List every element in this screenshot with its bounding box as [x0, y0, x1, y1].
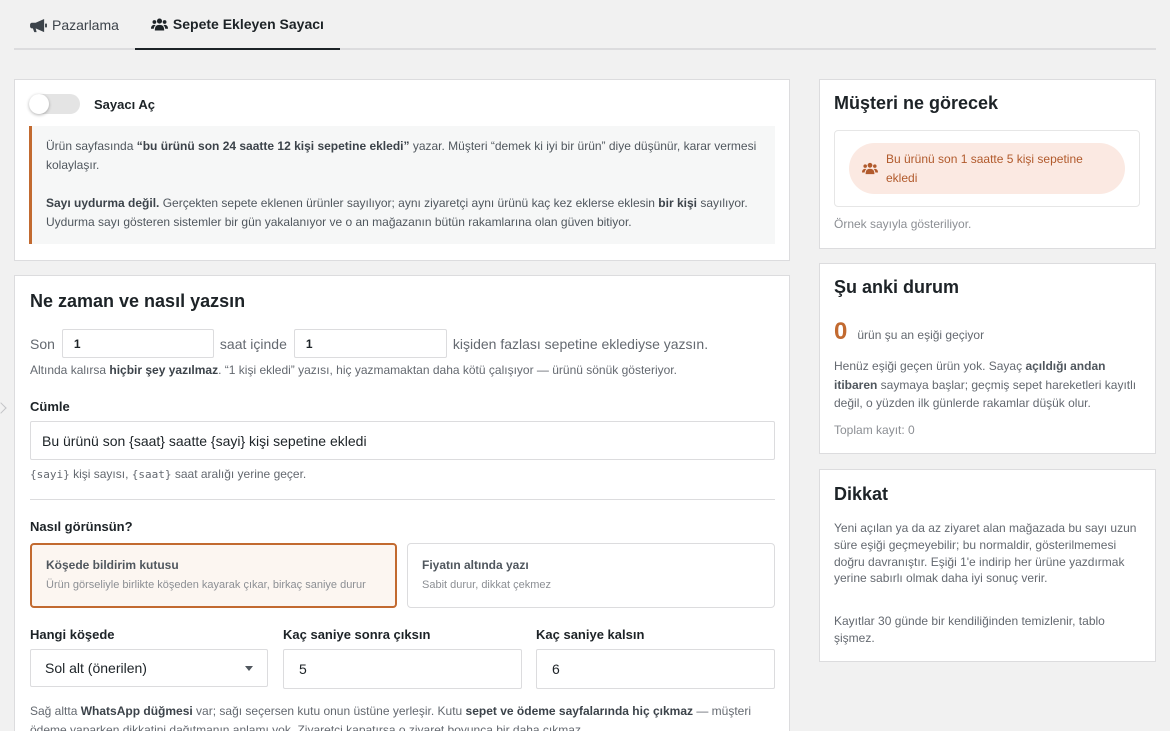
people-suffix: kişiden fazlası sepetine eklediyse yazsı…: [452, 335, 709, 352]
tab-label: Pazarlama: [52, 17, 119, 33]
status-title: Şu anki durum: [834, 277, 960, 297]
footer-hint: Sağ altta WhatsApp düğmesi var; sağı seç…: [30, 702, 780, 731]
hint-text: . “1 kişi ekledi” yazısı, hiç yazmamakta…: [218, 363, 677, 377]
hint-text: Sağ altta: [30, 704, 81, 718]
sentence-label: Cümle: [30, 399, 70, 414]
bullhorn-icon: [30, 18, 47, 32]
info-bold: bir kişi: [658, 196, 697, 210]
divider: [30, 499, 775, 500]
hint-bold: sepet ve ödeme sayfalarında hiç çıkmaz: [465, 704, 693, 718]
corner-select[interactable]: Sol alt (önerilen): [30, 649, 268, 687]
preview-text: Bu ürünü son 1 saatte 5 kişi sepetine ek…: [886, 151, 1083, 185]
duration-label: Kaç saniye kalsın: [536, 627, 645, 642]
option-title: Köşede bildirim kutusu: [46, 558, 179, 572]
warning-paragraph-1: Yeni açılan ya da az ziyaret alan mağaza…: [834, 521, 1137, 586]
option-subtitle: Ürün görseliyle birlikte köşeden kayarak…: [46, 579, 366, 591]
preview-pill: Bu ürünü son 1 saatte 5 kişi sepetine ek…: [849, 143, 1125, 194]
tab-sepete-ekleyen-sayaci[interactable]: Sepete Ekleyen Sayacı: [134, 0, 340, 50]
hint-text: saat aralığı yerine geçer.: [171, 467, 307, 481]
preview-caption: Örnek sayıyla gösteriliyor.: [834, 217, 972, 231]
hint-bold: hiçbir şey yazılmaz: [109, 363, 219, 377]
hours-suffix: saat içinde: [219, 335, 287, 352]
info-paragraph-1: Ürün sayfasında “bu ürünü son 24 saatte …: [46, 137, 761, 175]
status-count: 0: [834, 318, 848, 345]
toggle-knob: [29, 94, 49, 114]
corner-label: Hangi köşede: [30, 627, 115, 642]
warning-paragraph-2: Kayıtlar 30 günde bir kendiliğinden temi…: [834, 614, 1105, 645]
tab-bar: Pazarlama Sepete Ekleyen Sayacı: [14, 0, 1156, 50]
option-subtitle: Sabit durur, dikkat çekmez: [422, 579, 552, 591]
status-count-label: ürün şu an eşiği geçiyor: [857, 328, 985, 342]
warning-title: Dikkat: [834, 484, 889, 504]
toggle-card: Sayacı Aç Ürün sayfasında “bu ürünü son …: [14, 79, 790, 261]
counter-toggle[interactable]: [29, 94, 80, 114]
preview-box: Bu ürünü son 1 saatte 5 kişi sepetine ek…: [834, 130, 1140, 207]
hint-text: var; sağı seçersen kutu onun üstüne yerl…: [192, 704, 466, 718]
status-text: Henüz eşiği geçen ürün yok. Sayaç: [834, 359, 1026, 373]
tab-pazarlama[interactable]: Pazarlama: [14, 0, 135, 50]
sentence-value: Bu ürünü son {saat} saatte {sayi} kişi s…: [42, 432, 367, 449]
toggle-label: Sayacı Aç: [94, 96, 155, 112]
users-icon: [862, 162, 878, 175]
hint-text: Altında kalırsa: [30, 363, 110, 377]
chevron-right-icon: [0, 402, 7, 414]
preview-title: Müşteri ne görecek: [834, 93, 999, 113]
son-label: Son: [30, 335, 55, 352]
status-card: Şu anki durum 0 ürün şu an eşiği geçiyor…: [819, 263, 1156, 454]
warning-card: Dikkat Yeni açılan ya da az ziyaret alan…: [819, 469, 1156, 662]
duration-input[interactable]: 6: [536, 649, 775, 689]
placeholder-code: {saat}: [131, 468, 172, 481]
hours-input[interactable]: [61, 329, 214, 358]
sentence-input[interactable]: Bu ürünü son {saat} saatte {sayi} kişi s…: [30, 421, 775, 460]
threshold-row: Son saat içinde kişiden fazlası sepetine…: [30, 329, 708, 358]
info-bold: “bu ürünü son 24 saatte 12 kişi sepetine…: [136, 139, 410, 153]
config-card: Ne zaman ve nasıl yazsın Son saat içinde…: [14, 275, 790, 731]
tab-label: Sepete Ekleyen Sayacı: [172, 16, 324, 32]
info-bold: Sayı uydurma değil.: [46, 196, 160, 210]
chevron-down-icon: [245, 665, 253, 671]
delay-value: 5: [299, 661, 307, 677]
option-corner-notification[interactable]: Köşede bildirim kutusu Ürün görseliyle b…: [30, 543, 397, 608]
people-input[interactable]: [293, 329, 447, 358]
threshold-hint: Altında kalırsa hiçbir şey yazılmaz. “1 …: [30, 363, 677, 377]
option-below-price[interactable]: Fiyatın altında yazı Sabit durur, dikkat…: [407, 543, 775, 608]
status-description: Henüz eşiği geçen ürün yok. Sayaç açıldı…: [834, 357, 1140, 413]
placeholder-code: {sayi}: [30, 468, 70, 481]
duration-value: 6: [552, 661, 560, 677]
info-box: Ürün sayfasında “bu ürünü son 24 saatte …: [29, 126, 775, 244]
status-total: Toplam kayıt: 0: [834, 423, 915, 437]
info-text: Gerçekten sepete eklenen ürünler sayılıy…: [159, 196, 659, 210]
preview-card: Müşteri ne görecek Bu ürünü son 1 saatte…: [819, 79, 1156, 249]
status-count-row: 0 ürün şu an eşiği geçiyor: [834, 318, 984, 346]
delay-label: Kaç saniye sonra çıksın: [283, 627, 431, 642]
delay-input[interactable]: 5: [283, 649, 522, 689]
info-paragraph-2: Sayı uydurma değil. Gerçekten sepete ekl…: [46, 194, 761, 232]
corner-value: Sol alt (önerilen): [45, 660, 147, 676]
display-label: Nasıl görünsün?: [30, 519, 133, 534]
info-text: Ürün sayfasında: [46, 139, 137, 153]
config-title: Ne zaman ve nasıl yazsın: [30, 291, 246, 311]
hint-text: kişi sayısı,: [69, 467, 132, 481]
status-text: saymaya başlar; geçmiş sepet hareketleri…: [834, 377, 1137, 411]
option-title: Fiyatın altında yazı: [422, 558, 529, 572]
users-icon: [150, 18, 168, 30]
placeholder-hint: {sayi} kişi sayısı, {saat} saat aralığı …: [30, 467, 306, 481]
hint-bold: WhatsApp düğmesi: [80, 704, 193, 718]
